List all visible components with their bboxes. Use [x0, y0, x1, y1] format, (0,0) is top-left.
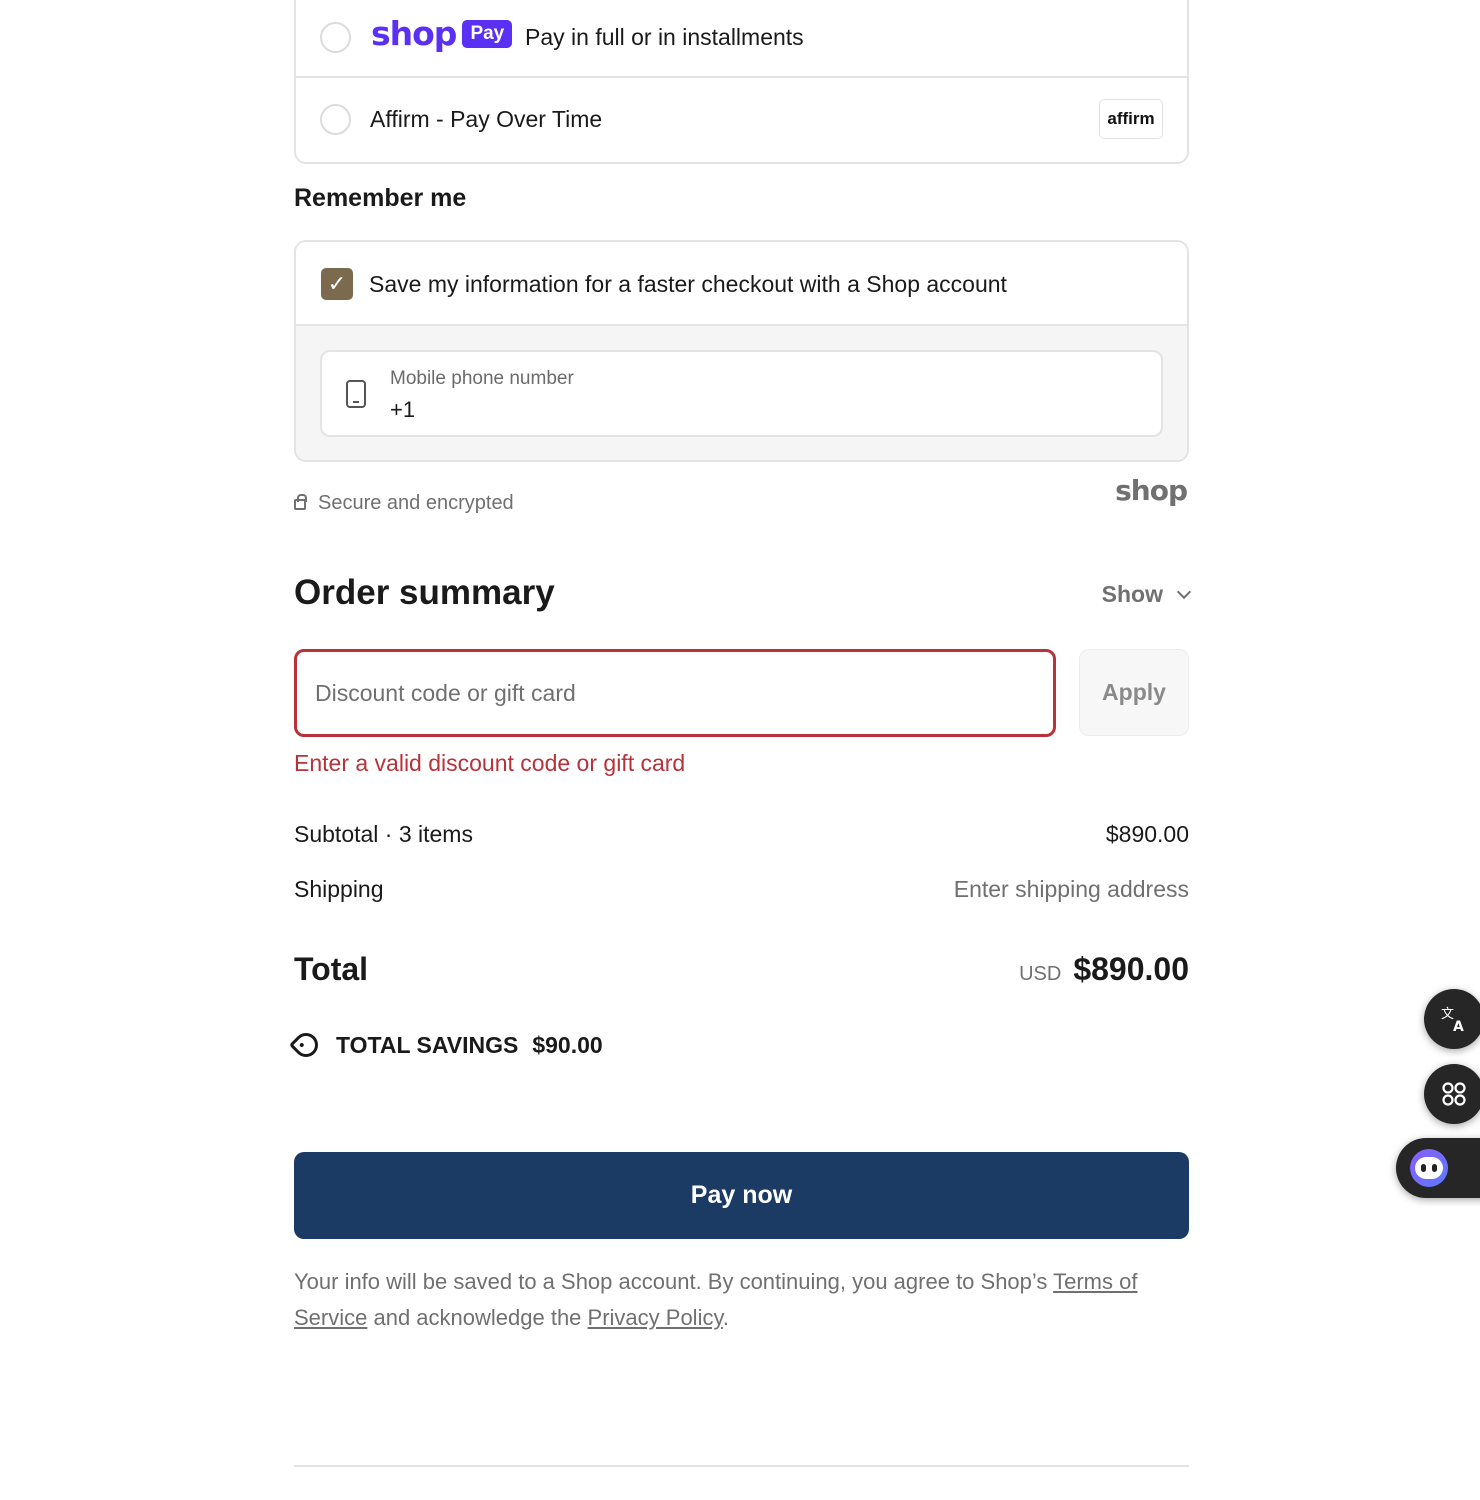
apps-widget-button[interactable]: [1424, 1064, 1480, 1124]
legal-notice: Your info will be saved to a Shop accoun…: [294, 1264, 1189, 1336]
payment-option-affirm[interactable]: Affirm - Pay Over Time affirm: [296, 78, 1187, 160]
assistant-widget-button[interactable]: [1396, 1138, 1480, 1198]
total-amount: USD $890.00: [1019, 951, 1189, 988]
legal-middle: and acknowledge the: [367, 1305, 588, 1330]
show-order-toggle[interactable]: Show: [1101, 581, 1192, 608]
footer-divider: [294, 1465, 1189, 1467]
legal-prefix: Your info will be saved to a Shop accoun…: [294, 1269, 1054, 1294]
subtotal-value: $890.00: [1105, 820, 1189, 847]
svg-text:A: A: [1453, 1019, 1464, 1034]
shipping-row: Shipping Enter shipping address: [294, 873, 1189, 905]
mobile-phone-value[interactable]: +1: [390, 397, 415, 423]
shipping-value: Enter shipping address: [953, 875, 1189, 902]
command-icon: [1442, 1082, 1466, 1106]
total-value: $890.00: [1073, 950, 1189, 987]
checkmark-icon: ✓: [327, 271, 347, 296]
shop-pay-logo: shop Pay: [371, 14, 513, 53]
shop-brand-mark: shop: [1115, 474, 1188, 507]
discount-row: Apply: [294, 649, 1189, 737]
secure-text: Secure and encrypted: [318, 491, 514, 514]
affirm-logo: affirm: [1099, 99, 1163, 139]
translate-icon: 文 A: [1441, 1007, 1464, 1034]
chevron-down-icon: [1176, 584, 1192, 599]
discount-error: Enter a valid discount code or gift card: [294, 750, 686, 776]
affirm-radio[interactable]: [320, 103, 351, 135]
shop-pay-label: Pay in full or in installments: [525, 23, 804, 50]
save-info-row[interactable]: ✓ Save my information for a faster check…: [296, 242, 1187, 326]
shop-pay-radio[interactable]: [320, 21, 351, 53]
payment-options-box: shop Pay Pay in full or in installments …: [294, 0, 1189, 164]
subtotal-row: Subtotal · 3 items $890.00: [294, 818, 1189, 850]
lock-icon: [294, 494, 307, 510]
order-summary-header: Order summary Show: [294, 573, 1192, 613]
savings-label: TOTAL SAVINGS: [336, 1031, 519, 1058]
apply-button[interactable]: Apply: [1079, 649, 1189, 736]
total-currency: USD: [1019, 962, 1062, 985]
mobile-phone-label: Mobile phone number: [390, 368, 574, 389]
payment-option-shop-pay[interactable]: shop Pay Pay in full or in installments: [296, 0, 1187, 78]
mobile-phone-icon: [346, 380, 366, 408]
assistant-bot-icon: [1410, 1149, 1448, 1187]
total-savings: TOTAL SAVINGS $90.00: [289, 1028, 1189, 1062]
phone-section: Mobile phone number +1: [296, 326, 1187, 460]
total-label: Total: [294, 950, 369, 987]
discount-field[interactable]: [294, 649, 1056, 737]
mobile-phone-field[interactable]: Mobile phone number +1: [320, 350, 1163, 437]
show-label: Show: [1101, 581, 1163, 607]
remember-me-title: Remember me: [294, 184, 467, 212]
order-summary-title: Order summary: [294, 573, 555, 612]
save-info-label: Save my information for a faster checkou…: [369, 271, 1007, 297]
shipping-label: Shipping: [294, 875, 384, 902]
privacy-policy-link[interactable]: Privacy Policy: [588, 1305, 723, 1330]
remember-me-box: ✓ Save my information for a faster check…: [294, 240, 1189, 462]
secure-row: Secure and encrypted shop: [294, 474, 1189, 518]
save-info-checkbox[interactable]: ✓: [321, 268, 353, 300]
pay-now-button[interactable]: Pay now: [294, 1152, 1189, 1239]
legal-suffix: .: [722, 1305, 729, 1330]
total-row: Total USD $890.00: [294, 947, 1189, 991]
savings-value: $90.00: [532, 1031, 603, 1058]
subtotal-label: Subtotal · 3 items: [294, 820, 473, 847]
tag-icon: [289, 1028, 323, 1062]
discount-input[interactable]: [315, 652, 1035, 734]
translate-widget-button[interactable]: 文 A: [1424, 989, 1480, 1049]
affirm-label: Affirm - Pay Over Time: [370, 105, 603, 132]
